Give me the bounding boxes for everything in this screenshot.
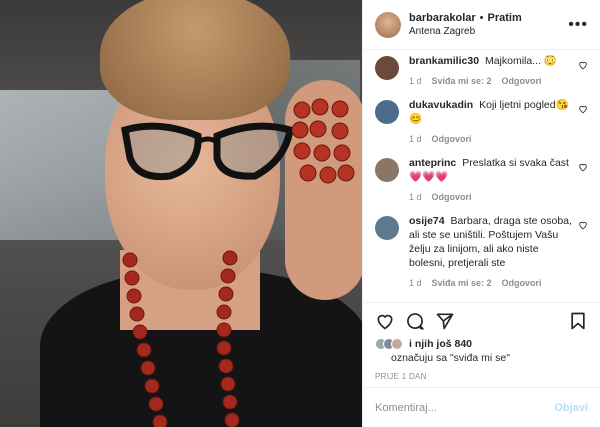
comment-meta: 1 d Odgovori [409, 190, 572, 204]
reply-button[interactable]: Odgovori [432, 190, 472, 204]
post-side-panel: barbarakolar • Pratim Antena Zagreb ••• … [362, 0, 600, 427]
reply-button[interactable]: Odgovori [502, 276, 542, 290]
comment-meta: 1 d Sviđa mi se: 2 Odgovori [409, 74, 572, 88]
add-comment-bar: Objavi [363, 387, 600, 427]
liker-avatar [391, 338, 403, 350]
commenter-username[interactable]: brankamilic30 [409, 55, 479, 67]
author-username[interactable]: barbarakolar [409, 12, 476, 24]
red-bead-necklace [122, 250, 240, 427]
post-image[interactable] [0, 0, 362, 427]
comment-time[interactable]: 1 d [409, 190, 422, 204]
comment-likes[interactable]: Sviđa mi se: 2 [432, 74, 492, 88]
comment-body: anteprinc Preslatka si svaka čast 💗💗💗 1 … [409, 156, 588, 204]
post-location[interactable]: Antena Zagreb [409, 26, 522, 37]
reply-button[interactable]: Odgovori [432, 132, 472, 146]
comment-item: osije74 Barbara, draga ste osoba, ali st… [375, 214, 588, 290]
commenter-avatar[interactable] [375, 100, 399, 124]
hair [100, 0, 290, 120]
post-timestamp[interactable]: PRIJE 1 DAN [363, 364, 600, 387]
comment-time[interactable]: 1 d [409, 276, 422, 290]
comments-list[interactable]: brankamilic30 Majkomila... 😳 1 d Sviđa m… [363, 50, 600, 302]
post-header: barbarakolar • Pratim Antena Zagreb ••• [363, 0, 600, 50]
comment-item: brankamilic30 Majkomila... 😳 1 d Sviđa m… [375, 54, 588, 88]
comment-meta: 1 d Odgovori [409, 132, 572, 146]
author-avatar[interactable] [375, 11, 401, 38]
comment-item: dukavukadin Koji ljetni pogled😘😊 1 d Odg… [375, 98, 588, 146]
comment-like-heart-icon[interactable] [578, 220, 588, 230]
comment-body: osije74 Barbara, draga ste osoba, ali st… [409, 214, 588, 290]
commenter-avatar[interactable] [375, 158, 399, 182]
comment-body: brankamilic30 Majkomila... 😳 1 d Sviđa m… [409, 54, 588, 88]
instagram-post: barbarakolar • Pratim Antena Zagreb ••• … [0, 0, 600, 427]
author-info: barbarakolar • Pratim Antena Zagreb [409, 12, 522, 37]
comment-time[interactable]: 1 d [409, 74, 422, 88]
likes-caption: označuju sa "sviđa mi se" [391, 352, 510, 364]
post-actions [363, 302, 600, 338]
comment-text: Majkomila... 😳 [484, 55, 557, 67]
cat-eye-glasses [120, 122, 294, 181]
comment-like-heart-icon[interactable] [578, 162, 588, 172]
bookmark-icon[interactable] [568, 311, 588, 331]
comment-icon[interactable] [405, 311, 425, 331]
post-comment-button[interactable]: Objavi [554, 402, 588, 414]
separator-dot: • [479, 12, 484, 24]
more-icon[interactable]: ••• [568, 16, 588, 34]
comment-input[interactable] [375, 401, 555, 414]
comment-like-heart-icon[interactable] [578, 60, 588, 70]
comment-time[interactable]: 1 d [409, 132, 422, 146]
commenter-avatar[interactable] [375, 216, 399, 240]
heart-icon[interactable] [375, 311, 395, 331]
commenter-avatar[interactable] [375, 56, 399, 80]
following-button[interactable]: Pratim [488, 12, 522, 24]
likes-count[interactable]: i njih još 840 [409, 338, 472, 350]
share-icon[interactable] [435, 311, 455, 331]
comment-like-heart-icon[interactable] [578, 104, 588, 114]
liker-avatars [375, 338, 403, 350]
red-bead-bracelet [291, 98, 355, 184]
author-line: barbarakolar • Pratim [409, 12, 522, 24]
background-window [0, 90, 120, 240]
commenter-username[interactable]: dukavukadin [409, 99, 473, 111]
likes-summary[interactable]: i njih još 840 [363, 338, 600, 350]
commenter-username[interactable]: osije74 [409, 215, 445, 227]
comment-item: anteprinc Preslatka si svaka čast 💗💗💗 1 … [375, 156, 588, 204]
comment-meta: 1 d Sviđa mi se: 2 Odgovori [409, 276, 572, 290]
reply-button[interactable]: Odgovori [502, 74, 542, 88]
comment-likes[interactable]: Sviđa mi se: 2 [432, 276, 492, 290]
comment-body: dukavukadin Koji ljetni pogled😘😊 1 d Odg… [409, 98, 588, 146]
commenter-username[interactable]: anteprinc [409, 157, 456, 169]
